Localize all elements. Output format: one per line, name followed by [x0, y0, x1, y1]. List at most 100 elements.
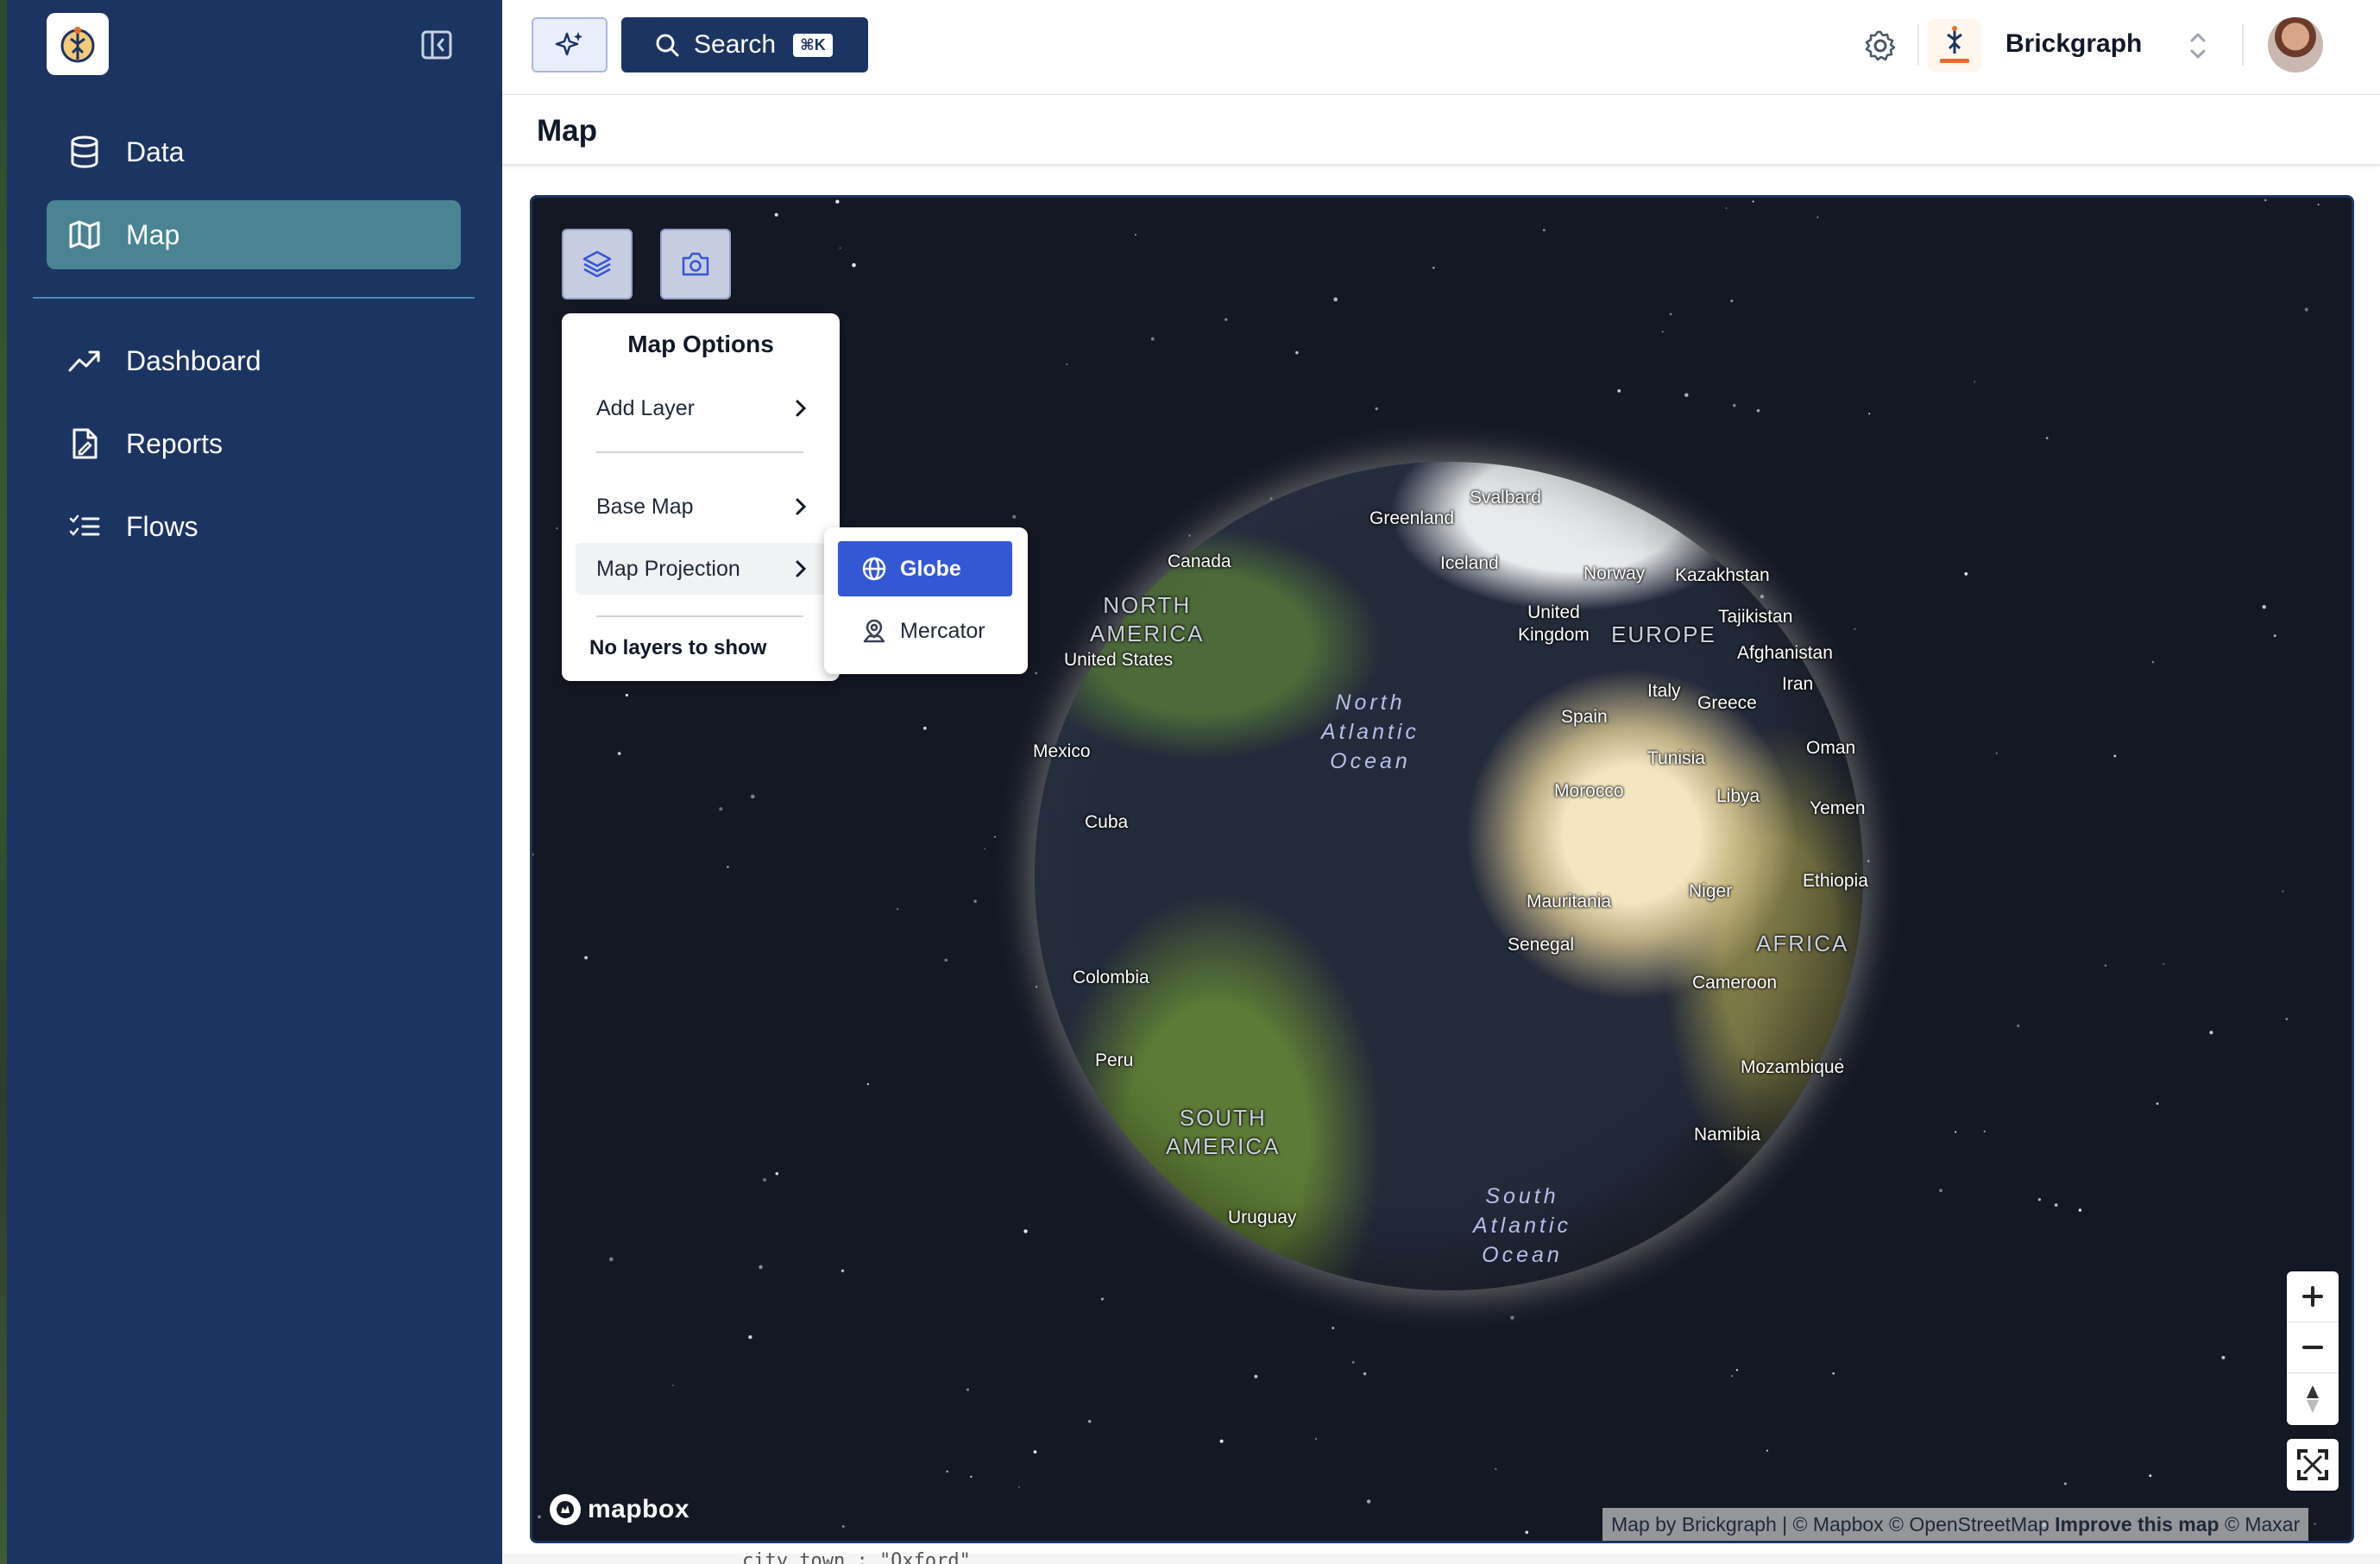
star	[1510, 1315, 1514, 1320]
map-label-namibia: Namibia	[1694, 1125, 1761, 1145]
menu-title: Map Options	[627, 331, 774, 357]
org-switcher-button[interactable]	[2185, 26, 2211, 66]
menu-item-add-layer[interactable]: Add Layer	[576, 382, 826, 434]
globe[interactable]	[1035, 462, 1863, 1290]
navigation-control	[2287, 1271, 2339, 1425]
star	[1035, 672, 1038, 675]
topbar-divider	[1917, 24, 1919, 66]
star	[2037, 1198, 2042, 1201]
sidebar-item-map[interactable]: Map	[47, 200, 461, 269]
map-label-senegal: Senegal	[1508, 935, 1575, 955]
layers-button[interactable]	[562, 229, 633, 300]
sidebar-item-dashboard[interactable]: Dashboard	[47, 326, 461, 395]
gear-icon	[1865, 30, 1896, 61]
sidebar-item-label: Map	[126, 218, 180, 250]
sidebar-item-label: Dashboard	[126, 344, 261, 376]
star	[2317, 204, 2320, 205]
star	[1939, 1189, 1942, 1193]
layers-icon	[582, 250, 612, 278]
fullscreen-icon	[2297, 1449, 2328, 1480]
star	[1219, 1439, 1224, 1443]
compass-button[interactable]	[2287, 1373, 2339, 1424]
star	[2149, 1474, 2152, 1478]
map-label-north-america: NORTH AMERICA	[1090, 592, 1205, 646]
sidebar-item-flows[interactable]: Flows	[47, 492, 461, 561]
ai-assistant-button[interactable]	[532, 17, 608, 73]
map-label-europe: EUROPE	[1611, 621, 1716, 647]
star	[1995, 752, 1998, 754]
star	[1495, 1468, 1497, 1471]
settings-button[interactable]	[1862, 28, 1898, 64]
menu-item-base-map[interactable]: Base Map	[576, 481, 826, 533]
star	[1366, 1499, 1371, 1504]
star	[1816, 216, 1819, 218]
star	[1661, 331, 1664, 333]
map-label-united-states: United States	[1064, 650, 1174, 670]
star	[1542, 229, 1546, 231]
maxar-credit: © Maxar	[2224, 1513, 2301, 1536]
map-label-uruguay: Uruguay	[1228, 1208, 1297, 1227]
improve-map-link[interactable]: Improve this map	[2055, 1513, 2219, 1536]
map-label-iran: Iran	[1782, 674, 1814, 694]
star	[2209, 1031, 2213, 1035]
star	[2262, 604, 2266, 609]
compass-icon	[2307, 1384, 2319, 1413]
search-icon	[654, 32, 680, 58]
sidebar-item-reports[interactable]: Reports	[47, 409, 461, 478]
star	[973, 899, 977, 903]
map-label-united-kingdom: United Kingdom	[1518, 602, 1590, 645]
projection-option-globe[interactable]: Globe	[838, 541, 1012, 596]
empty-layers-text: No layers to show	[589, 636, 767, 659]
star	[1332, 1327, 1335, 1330]
list-checks-icon	[67, 509, 102, 544]
map-label-tajikistan: Tajikistan	[1718, 607, 1793, 627]
map-label-north-atlantic: North Atlantic Ocean	[1321, 691, 1420, 773]
menu-item-map-projection[interactable]: Map Projection	[576, 543, 826, 595]
star	[556, 527, 558, 530]
menu-item-label: Add Layer	[596, 395, 695, 420]
star	[1295, 350, 1299, 355]
panel-collapse-icon	[421, 30, 452, 60]
zoom-out-button[interactable]	[2287, 1322, 2339, 1373]
projection-option-label: Mercator	[900, 618, 985, 643]
star	[1760, 595, 1764, 599]
star	[672, 1384, 675, 1387]
star	[2045, 437, 2049, 439]
star	[841, 1269, 845, 1273]
projection-submenu: Globe Mercator	[824, 527, 1028, 674]
map-canvas[interactable]: Svalbard Greenland Canada Iceland Norway…	[530, 195, 2354, 1543]
star	[835, 199, 840, 204]
search-button[interactable]: Search ⌘K	[621, 17, 868, 73]
map-label-canada: Canada	[1168, 552, 1231, 571]
mapbox-logo[interactable]: mapbox	[550, 1494, 689, 1525]
map-label-cuba: Cuba	[1085, 812, 1129, 832]
chevron-right-icon	[790, 396, 812, 420]
star	[944, 958, 948, 962]
map-label-greece: Greece	[1697, 693, 1757, 713]
sidebar-item-label: Reports	[126, 427, 224, 459]
projection-option-mercator[interactable]: Mercator	[838, 603, 1012, 659]
map-label-africa: AFRICA	[1756, 930, 1849, 956]
fullscreen-button[interactable]	[2287, 1439, 2339, 1491]
star	[1525, 1530, 1529, 1535]
sidebar-item-label: Data	[126, 136, 185, 167]
screenshot-button[interactable]	[660, 229, 731, 300]
star	[1012, 514, 1017, 519]
page-header: Map	[502, 95, 2380, 166]
star	[2104, 964, 2107, 967]
star	[1756, 409, 1760, 413]
topbar-divider	[2242, 24, 2244, 66]
map-label-morocco: Morocco	[1554, 781, 1624, 801]
user-avatar[interactable]	[2268, 17, 2323, 73]
star	[1023, 1229, 1028, 1233]
app-logo[interactable]	[47, 13, 109, 75]
zoom-in-button[interactable]	[2287, 1271, 2339, 1322]
star	[839, 247, 841, 249]
star	[1036, 986, 1038, 988]
star	[1314, 1438, 1317, 1441]
star	[866, 1082, 869, 1086]
sidebar-item-data[interactable]: Data	[47, 117, 461, 186]
map-label-oman: Oman	[1806, 738, 1856, 758]
star	[966, 1388, 970, 1391]
collapse-sidebar-button[interactable]	[419, 29, 454, 60]
